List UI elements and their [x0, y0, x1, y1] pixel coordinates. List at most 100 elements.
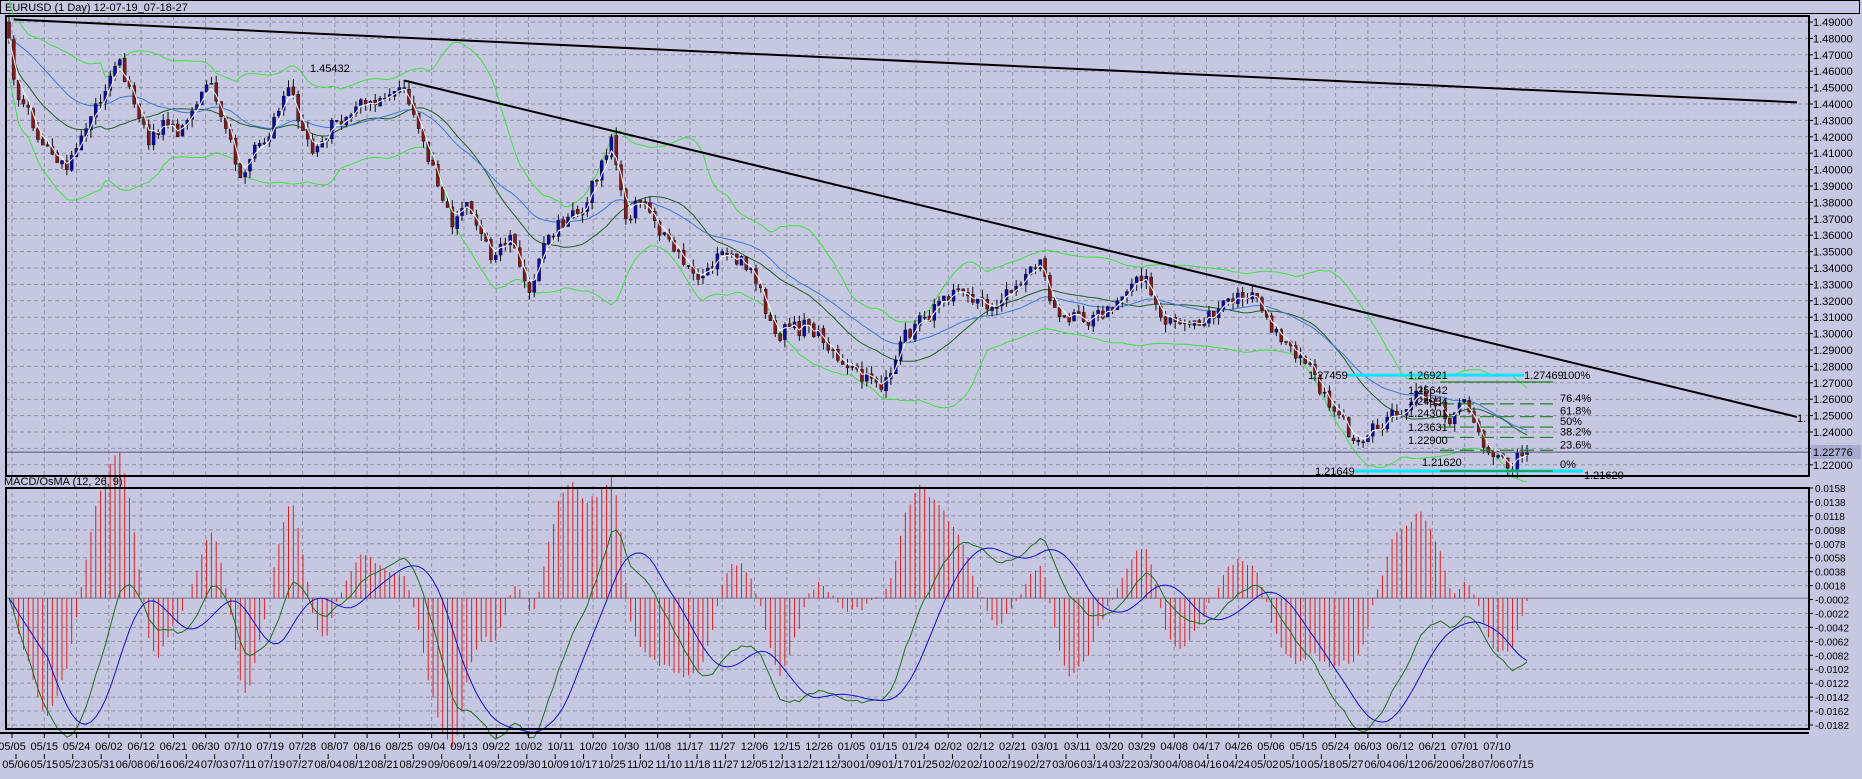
- bull-candle: [1168, 317, 1173, 324]
- time-axis-label-top: 07/28: [289, 741, 317, 753]
- bear-candle: [1332, 406, 1336, 412]
- signal-line: [8, 547, 1528, 733]
- macd-axis-label: -0.0182: [1815, 721, 1849, 732]
- bull-candle: [151, 131, 156, 146]
- bear-candle: [1395, 410, 1399, 416]
- macd-axis-label: 0.0018: [1815, 582, 1846, 593]
- fibonacci-level-label: 76.4%: [1560, 393, 1591, 405]
- macd-axis-label: -0.0102: [1815, 665, 1849, 676]
- time-axis-label-bottom: 08/21: [371, 759, 399, 771]
- bear-candle: [363, 100, 368, 105]
- macd-axis-label: -0.0002: [1815, 596, 1849, 607]
- bull-candle: [995, 306, 999, 309]
- bear-candle: [908, 329, 912, 339]
- bull-candle: [903, 329, 908, 344]
- time-axis-label-bottom: 06/04: [1364, 759, 1392, 771]
- time-axis-label-bottom: 07/19: [258, 759, 286, 771]
- bull-candle: [262, 142, 267, 145]
- bear-candle: [807, 319, 811, 326]
- price-annotation: 1.26921: [1408, 370, 1448, 382]
- time-axis-label-top: 03/11: [1064, 741, 1091, 753]
- fast-moving-average-line: [8, 38, 1528, 467]
- bull-candle: [60, 160, 64, 165]
- price-axis-label: 1.41000: [1813, 148, 1853, 160]
- bear-candle: [961, 288, 965, 292]
- macd-axis-label: 0.0138: [1815, 498, 1846, 509]
- bull-candle: [359, 99, 363, 106]
- bear-candle: [1163, 316, 1168, 325]
- time-axis-label-bottom: 03/14: [1081, 759, 1109, 771]
- price-axis-label: 1.39000: [1813, 181, 1853, 193]
- time-axis-label-top: 05/15: [31, 741, 59, 753]
- bull-candle: [604, 155, 609, 161]
- time-axis-label-bottom: 01/09: [854, 759, 882, 771]
- time-axis-label-top: 10/30: [612, 741, 640, 753]
- bull-candle: [508, 234, 512, 246]
- time-axis-label-top: 08/16: [353, 741, 381, 753]
- bear-candle: [1009, 290, 1014, 293]
- time-axis-label-top: 08/07: [321, 741, 349, 753]
- time-axis-label-top: 05/05: [0, 741, 26, 753]
- macd-line: [8, 529, 1528, 740]
- bull-candle: [277, 111, 281, 117]
- price-axis-label: 1.30000: [1813, 329, 1853, 341]
- macd-axis-label: -0.0122: [1815, 679, 1849, 690]
- price-annotation: 1.22900: [1408, 435, 1448, 447]
- bear-candle: [1351, 437, 1356, 441]
- price-axis-label: 1.27000: [1813, 378, 1853, 390]
- bull-candle: [720, 251, 724, 256]
- bear-candle: [860, 369, 864, 382]
- price-annotation: 1.27469: [1524, 370, 1564, 382]
- bull-candle: [850, 366, 855, 368]
- time-axis-label-top: 02/02: [934, 741, 962, 753]
- time-axis-label-top: 01/15: [870, 741, 898, 753]
- price-axis-label: 1.35000: [1813, 247, 1853, 259]
- bear-candle: [1057, 307, 1062, 317]
- time-axis-label-bottom: 11/02: [627, 759, 654, 771]
- macd-axis-label: 0.0118: [1815, 512, 1845, 523]
- bear-candle: [1052, 299, 1057, 308]
- bear-candle: [26, 104, 31, 108]
- bull-candle: [315, 146, 320, 153]
- chart-canvas[interactable]: 100%76.4%61.8%50%38.2%23.6%0%1.454321.27…: [0, 0, 1862, 779]
- current-price-label: 1.22776: [1813, 447, 1853, 459]
- bull-candle: [1091, 314, 1096, 327]
- time-axis-label-bottom: 03/22: [1109, 759, 1137, 771]
- bull-candle: [1308, 362, 1312, 365]
- time-axis-label-bottom: 01/25: [910, 759, 938, 771]
- time-axis-label-bottom: 05/02: [1251, 759, 1279, 771]
- bear-candle: [595, 179, 599, 182]
- time-axis-label-bottom: 03/06: [1052, 759, 1080, 771]
- bear-candle: [956, 288, 961, 291]
- macd-axis-label: -0.0162: [1815, 707, 1849, 718]
- macd-axis-label: -0.0042: [1815, 623, 1849, 634]
- bull-candle: [922, 316, 927, 319]
- price-axis-label: 1.31000: [1813, 312, 1853, 324]
- time-axis-label-top: 05/24: [1322, 741, 1350, 753]
- bull-candle: [662, 232, 667, 235]
- bull-candle: [783, 324, 787, 340]
- time-axis-label-bottom: 07/06: [1478, 759, 1506, 771]
- time-axis-label-bottom: 06/16: [144, 759, 172, 771]
- bull-candle: [402, 87, 406, 89]
- bull-candle: [1192, 320, 1197, 326]
- time-axis-label-top: 07/10: [1483, 741, 1511, 753]
- time-axis-label-bottom: 07/27: [286, 759, 314, 771]
- price-axis-label: 1.32000: [1813, 296, 1853, 308]
- fibonacci-level-label: 0%: [1560, 459, 1576, 471]
- price-axis-label: 1.37000: [1813, 214, 1853, 226]
- bull-candle: [1038, 259, 1043, 270]
- bull-candle: [546, 234, 551, 245]
- time-axis-label-bottom: 10/25: [598, 759, 626, 771]
- bull-candle: [1134, 276, 1139, 284]
- bull-candle: [1226, 298, 1230, 302]
- time-axis-label-top: 08/25: [386, 741, 414, 753]
- price-axis-label: 1.49000: [1813, 17, 1853, 29]
- time-axis-label-bottom: 01/17: [882, 759, 910, 771]
- time-axis-label-top: 07/01: [1451, 741, 1479, 753]
- bear-candle: [778, 333, 782, 341]
- price-axis-label: 1.44000: [1813, 99, 1853, 111]
- price-axis-label: 1.36000: [1813, 230, 1853, 242]
- macd-axis-label: -0.0082: [1815, 651, 1849, 662]
- price-axis-label: 1.42000: [1813, 132, 1853, 144]
